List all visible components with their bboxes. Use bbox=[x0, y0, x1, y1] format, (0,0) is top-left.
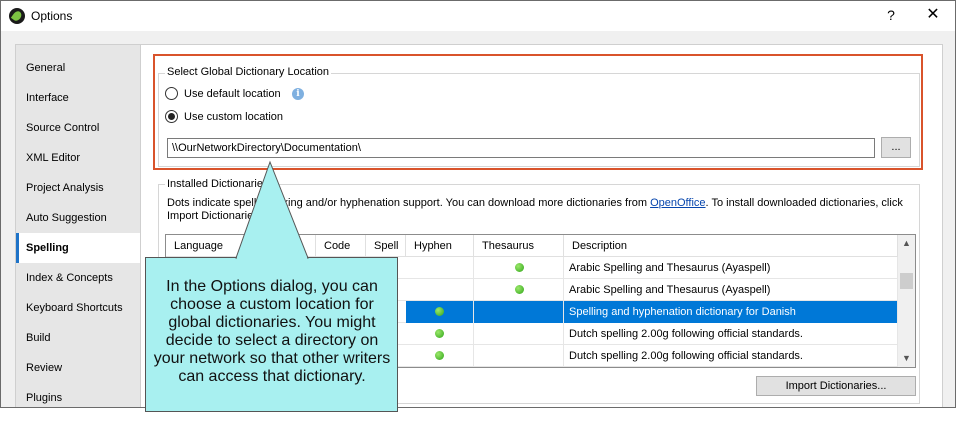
callout-pointer bbox=[235, 160, 309, 259]
callout-text: In the Options dialog, you can choose a … bbox=[153, 278, 391, 385]
